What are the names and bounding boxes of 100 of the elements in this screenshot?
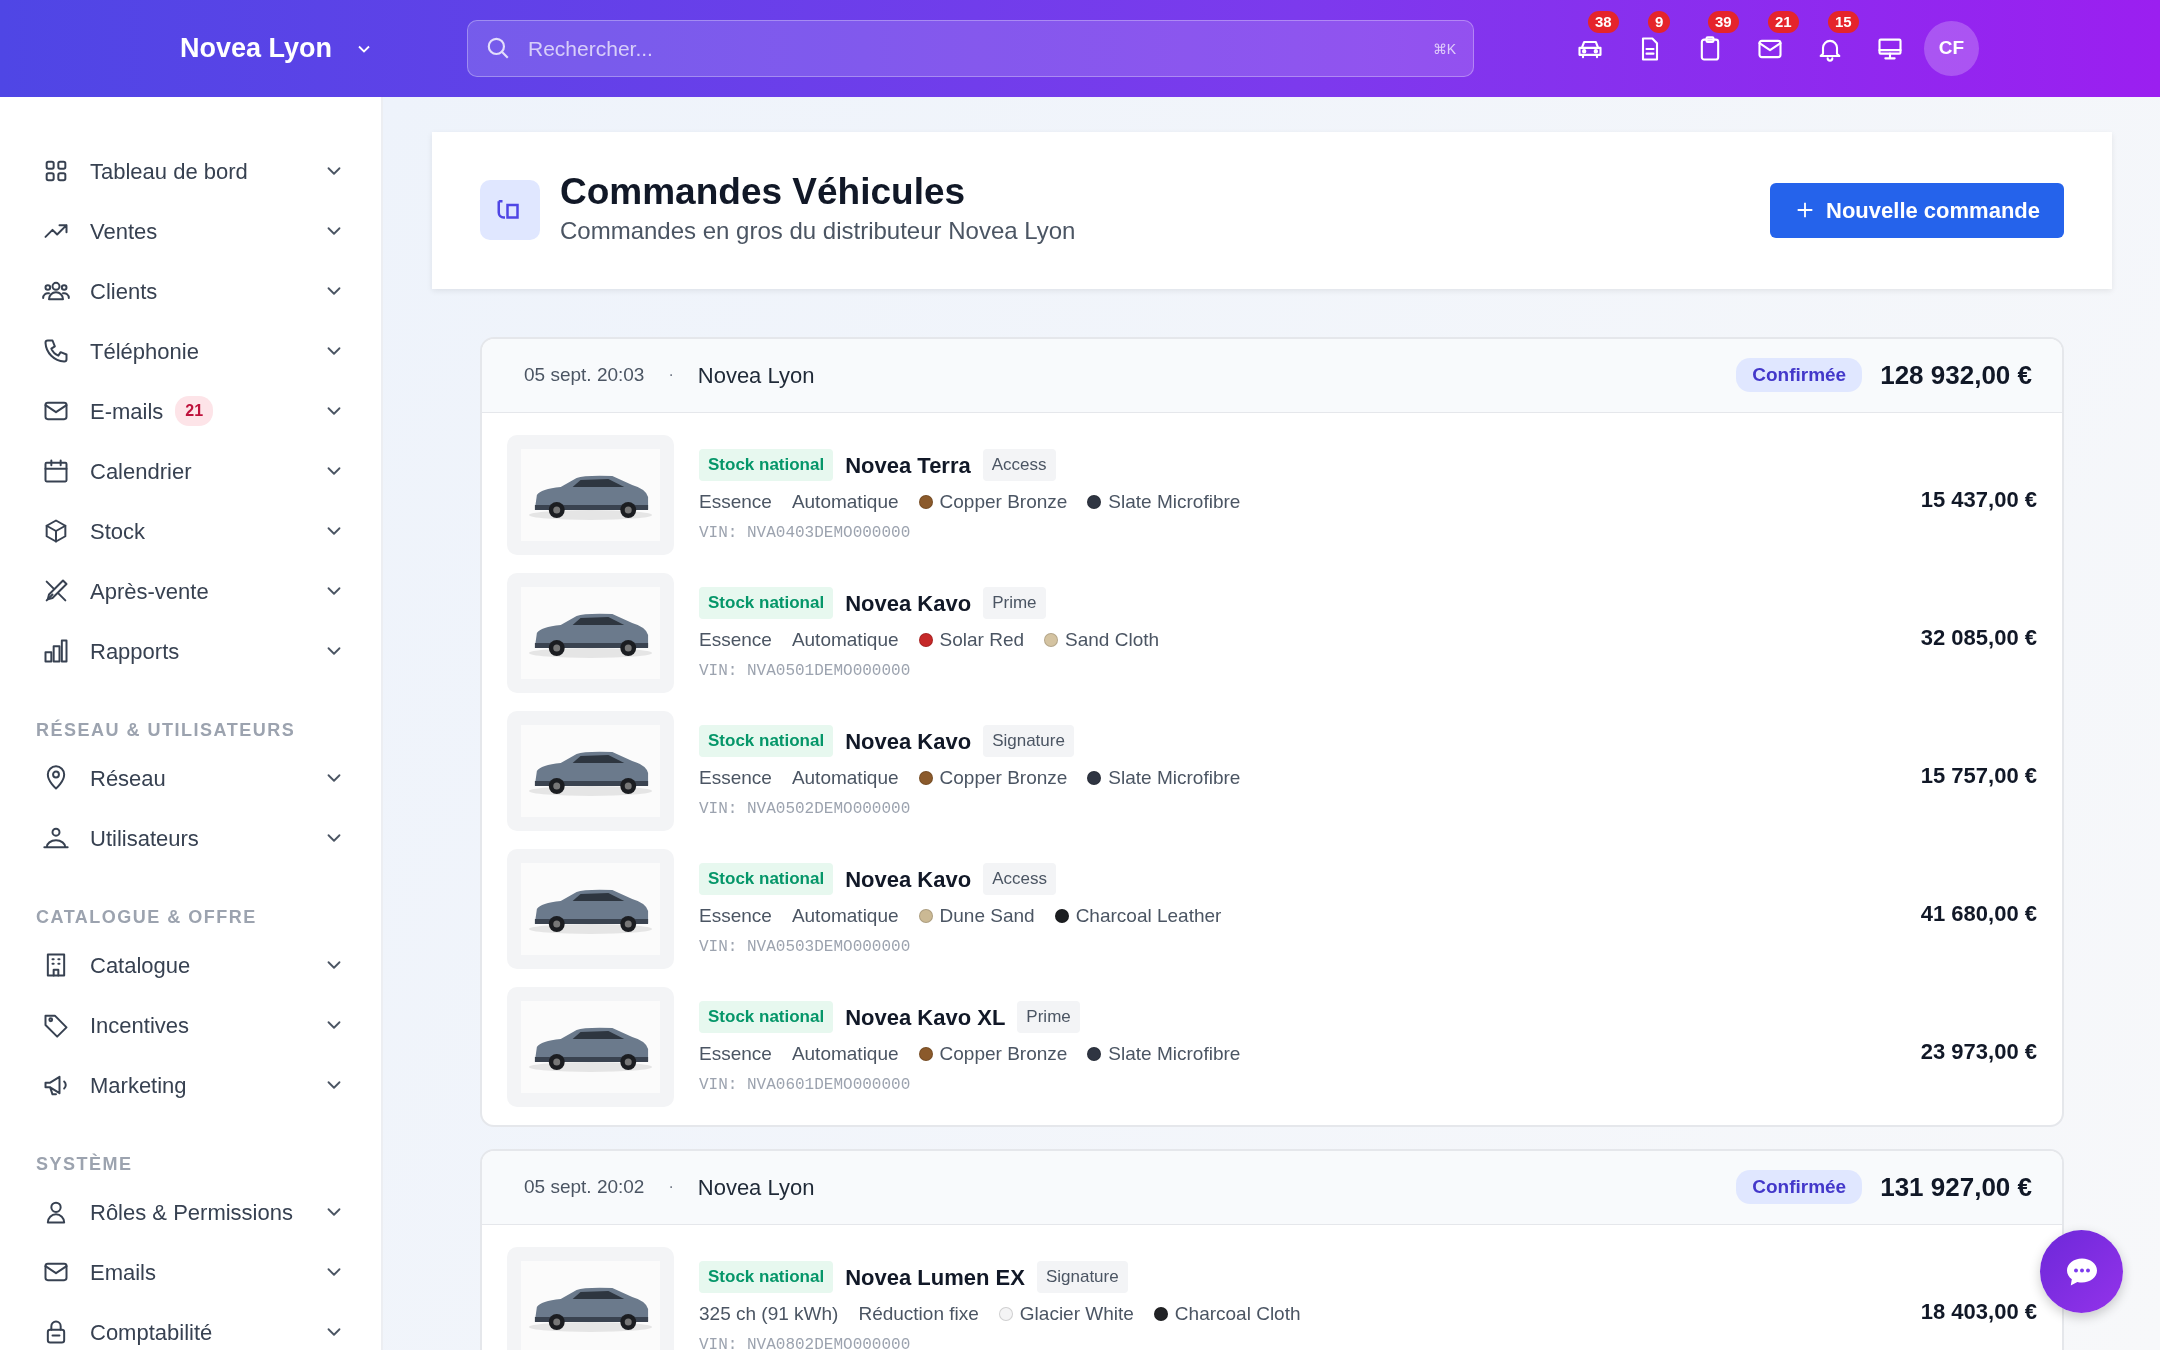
- sidebar-item[interactable]: Réseau: [36, 748, 345, 808]
- spec-text: Essence: [699, 1041, 772, 1066]
- spec-text: 325 ch (91 kWh): [699, 1301, 839, 1326]
- stock-tag: Stock national: [699, 1261, 834, 1293]
- spec-text: Automatique: [791, 903, 899, 928]
- separator-dot: ·: [668, 1177, 674, 1198]
- sidebar-item[interactable]: Rôles & Permissions: [36, 1182, 345, 1242]
- sidebar-item[interactable]: Emails: [36, 1242, 345, 1302]
- dealer-name: Novea Lyon: [697, 361, 815, 390]
- sidebar-item[interactable]: Marketing: [36, 1055, 345, 1115]
- spec-text: Automatique: [791, 765, 899, 790]
- status-badge: Confirmée: [1736, 1169, 1863, 1205]
- sidebar-item[interactable]: Clients: [36, 261, 345, 321]
- item-price: 32 085,00 €: [1920, 623, 2037, 652]
- section-heading: CATALOGUE & OFFRE: [36, 906, 258, 929]
- sidebar-item[interactable]: Utilisateurs: [36, 808, 345, 868]
- color-name: Sand Cloth: [1065, 627, 1160, 652]
- notification-count: 15: [1828, 10, 1859, 33]
- item-price: 15 437,00 €: [1920, 485, 2037, 514]
- stock-tag: Stock national: [699, 863, 834, 895]
- stock-tag: Stock national: [699, 449, 834, 481]
- spec-text: Essence: [699, 765, 772, 790]
- spec-text: Automatique: [791, 489, 899, 514]
- notification-count: 39: [1708, 10, 1739, 33]
- vin-text: VIN: NVA0502DEMO000000: [699, 799, 912, 821]
- trim-tag: Prime: [1017, 1001, 1080, 1033]
- item-price: 15 757,00 €: [1920, 761, 2037, 790]
- spec-text: Essence: [699, 489, 772, 514]
- calendar-icon: [42, 457, 70, 485]
- trim-tag: Prime: [983, 587, 1046, 619]
- notification-count: 21: [1768, 10, 1799, 33]
- spec-text: Automatique: [791, 1041, 899, 1066]
- color-name: Slate Microfibre: [1108, 765, 1241, 790]
- spec-text: Automatique: [791, 627, 899, 652]
- bar-chart-icon: [42, 637, 70, 665]
- search-icon: [485, 35, 511, 61]
- sidebar-item[interactable]: Tableau de bord: [36, 141, 345, 201]
- color-name: Solar Red: [939, 627, 1025, 652]
- spec-text: Essence: [699, 903, 772, 928]
- item-price: 18 403,00 €: [1920, 1297, 2037, 1326]
- color-name: Charcoal Leather: [1075, 903, 1222, 928]
- vin-text: VIN: NVA0601DEMO000000: [699, 1075, 912, 1097]
- trim-tag: Access: [982, 449, 1056, 481]
- dealer-name: Novea Lyon: [697, 1173, 815, 1202]
- section-heading: RÉSEAU & UTILISATEURS: [36, 718, 297, 742]
- color-name: Charcoal Cloth: [1174, 1301, 1301, 1326]
- notification-count: 38: [1588, 10, 1619, 33]
- sidebar-item[interactable]: Calendrier: [36, 441, 345, 501]
- item-price: 41 680,00 €: [1920, 899, 2037, 928]
- spec-text: Essence: [699, 627, 772, 652]
- model-name: Novea Kavo XL: [845, 1003, 1006, 1032]
- stock-tag: Stock national: [699, 1001, 834, 1033]
- model-name: Novea Kavo: [845, 865, 972, 894]
- vin-text: VIN: NVA0503DEMO000000: [699, 937, 912, 959]
- status-badge: Confirmée: [1736, 357, 1863, 393]
- sidebar-item[interactable]: Après-vente: [36, 561, 345, 621]
- item-price: 23 973,00 €: [1920, 1037, 2037, 1066]
- workspace-name[interactable]: Novea Lyon: [180, 28, 333, 69]
- user-avatar[interactable]: CF: [1924, 21, 1979, 76]
- order-total: 128 932,00 €: [1880, 358, 2032, 392]
- spec-text: Réduction fixe: [858, 1301, 979, 1326]
- sidebar-item[interactable]: Stock: [36, 501, 345, 561]
- order-date: 05 sept. 20:03: [524, 362, 645, 387]
- color-name: Copper Bronze: [939, 1041, 1068, 1066]
- stock-tag: Stock national: [699, 587, 834, 619]
- color-name: Copper Bronze: [939, 765, 1068, 790]
- sidebar-item[interactable]: Ventes: [36, 201, 345, 261]
- sidebar-item[interactable]: Catalogue: [36, 935, 345, 995]
- color-name: Slate Microfibre: [1108, 1041, 1241, 1066]
- model-name: Novea Kavo: [845, 727, 972, 756]
- vin-text: VIN: NVA0501DEMO000000: [699, 661, 912, 683]
- sidebar-item[interactable]: Téléphonie: [36, 321, 345, 381]
- model-name: Novea Terra: [845, 451, 971, 480]
- model-name: Novea Kavo: [845, 589, 972, 618]
- notification-count: 9: [1648, 10, 1671, 33]
- model-name: Novea Lumen EX: [845, 1263, 1025, 1292]
- page-title: Commandes Véhicules: [560, 172, 967, 213]
- trim-tag: Signature: [983, 725, 1074, 757]
- section-heading: SYSTÈME: [36, 1152, 134, 1176]
- order-icon: [480, 180, 540, 241]
- vin-text: VIN: NVA0403DEMO000000: [699, 523, 912, 545]
- color-name: Slate Microfibre: [1108, 489, 1241, 514]
- shortcut-hint: ⌘K: [1432, 40, 1456, 59]
- color-name: Copper Bronze: [939, 489, 1068, 514]
- phone-icon: [42, 337, 70, 365]
- order-total: 131 927,00 €: [1880, 1170, 2032, 1204]
- color-name: Glacier White: [1019, 1301, 1134, 1326]
- stock-tag: Stock national: [699, 725, 834, 757]
- order-date: 05 sept. 20:02: [524, 1174, 645, 1199]
- trim-tag: Signature: [1036, 1261, 1128, 1293]
- count-badge: 21: [175, 396, 214, 426]
- sidebar-item[interactable]: Comptabilité: [36, 1302, 345, 1350]
- separator-dot: ·: [668, 365, 674, 386]
- trim-tag: Access: [983, 863, 1056, 895]
- sidebar-item[interactable]: E-mails 21: [36, 381, 345, 441]
- new-order-button[interactable]: Nouvelle commande: [1770, 182, 2064, 238]
- sidebar-item[interactable]: Rapports: [36, 621, 345, 681]
- page-subtitle: Commandes en gros du distributeur Novea Lyon: [560, 215, 1076, 246]
- vin-text: VIN: NVA0802DEMO000000: [699, 1335, 912, 1350]
- sidebar-item[interactable]: Incentives: [36, 995, 345, 1055]
